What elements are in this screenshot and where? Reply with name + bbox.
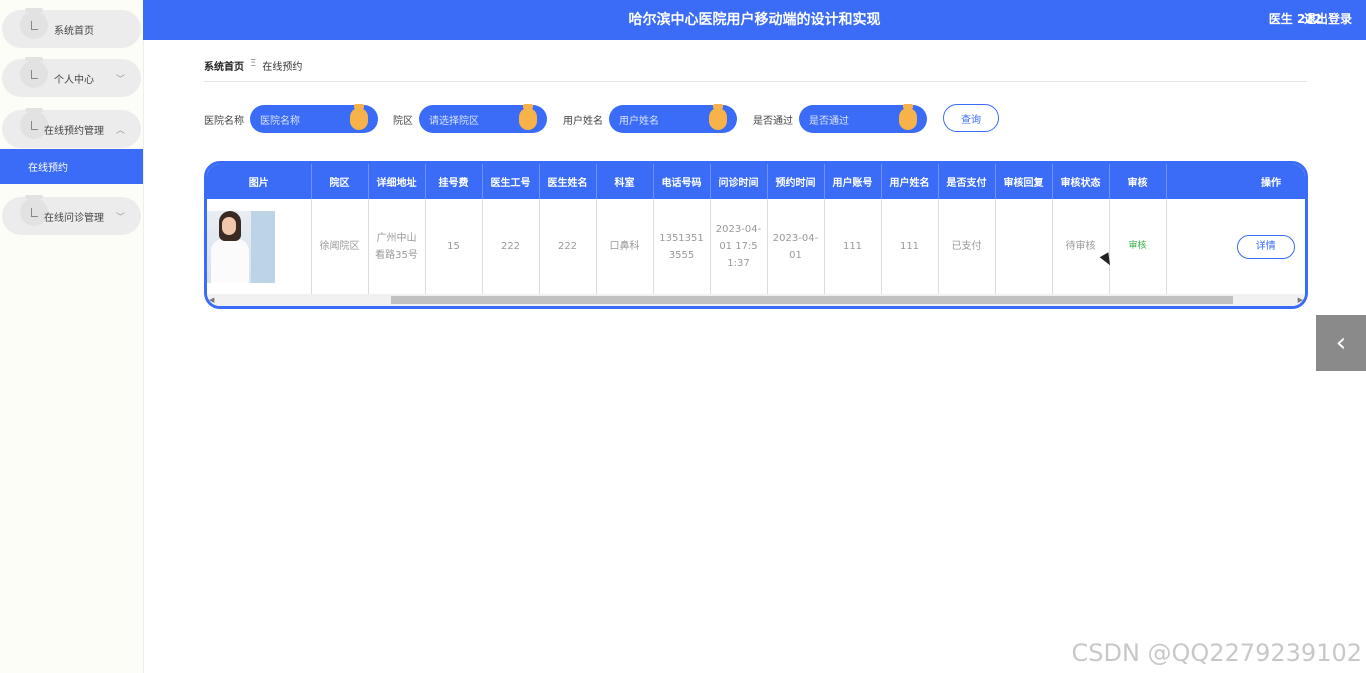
chevron-up-icon: ︿ — [115, 125, 125, 136]
column-header: 审核状态 — [1052, 164, 1110, 199]
column-header: 预约时间 — [767, 164, 825, 199]
district-placeholder: 请选择院区 — [429, 115, 479, 127]
column-header: 挂号费 — [425, 164, 483, 199]
chevron-down-icon: ﹀ — [115, 212, 125, 223]
cell-fee: 15 — [425, 199, 483, 294]
hospital-name-input[interactable]: 医院名称 — [250, 104, 378, 133]
sidebar-item-profile[interactable]: 个人中心 ﹀ — [2, 57, 141, 97]
cell-user-account: 111 — [824, 199, 882, 294]
column-header: 用户账号 — [824, 164, 882, 199]
username-label: 用户姓名 — [563, 115, 603, 127]
sidebar-item-label: 个人中心 — [54, 74, 94, 86]
district-filter: 院区 请选择院区 — [393, 104, 547, 133]
chevron-down-icon: ﹀ — [115, 74, 125, 85]
column-header: 医生姓名 — [539, 164, 597, 199]
appointments-table: 图片 院区 详细地址 挂号费 医生工号 医生姓名 科室 电话号码 问诊时间 预约… — [204, 161, 1308, 309]
column-header: 审核 — [1109, 164, 1167, 199]
query-button[interactable]: 查询 — [943, 104, 999, 132]
table-header-row: 图片 院区 详细地址 挂号费 医生工号 医生姓名 科室 电话号码 问诊时间 预约… — [207, 164, 1305, 199]
column-header: 是否支付 — [938, 164, 996, 199]
passed-label: 是否通过 — [753, 115, 793, 127]
review-link[interactable]: 审核 — [1109, 199, 1167, 294]
column-header: 详细地址 — [368, 164, 426, 199]
column-header: 问诊时间 — [710, 164, 768, 199]
table-row: 徐闻院区 广州中山看路35号 15 222 222 口鼻科 1351351355… — [207, 199, 1305, 294]
column-header: 图片 — [207, 164, 312, 199]
cell-user-name: 111 — [881, 199, 939, 294]
cell-phone: 13513513555 — [653, 199, 711, 294]
sidebar-subitem-online-appointment[interactable]: 在线预约 — [0, 149, 143, 184]
column-header: 审核回复 — [995, 164, 1053, 199]
cell-paid: 已支付 — [938, 199, 996, 294]
page-title: 哈尔滨中心医院用户移动端的设计和实现 — [628, 12, 881, 28]
cell-doctor-name: 222 — [539, 199, 597, 294]
district-select[interactable]: 请选择院区 — [419, 104, 547, 133]
passed-select[interactable]: 是否通过 — [799, 104, 927, 133]
sidebar-item-label: 在线问诊管理 — [44, 212, 104, 224]
sidebar-item-label: 在线预约管理 — [44, 125, 104, 137]
cell-consult-time: 2023-04-01 17:51:37 — [710, 199, 768, 294]
sidebar-item-consultation-management[interactable]: 在线问诊管理 ﹀ — [2, 195, 141, 235]
username-filter: 用户姓名 用户姓名 — [563, 104, 737, 133]
cell-district: 徐闻院区 — [311, 199, 369, 294]
sidebar-item-appointment-management[interactable]: 在线预约管理 ︿ — [2, 108, 141, 148]
detail-button[interactable]: 详情 — [1236, 234, 1295, 259]
hospital-name-label: 医院名称 — [204, 115, 244, 127]
passed-filter: 是否通过 是否通过 — [753, 104, 927, 133]
collapse-panel-button[interactable]: ‹ — [1316, 315, 1366, 371]
username-input[interactable]: 用户姓名 — [609, 104, 737, 133]
column-header: 操作 — [1261, 178, 1281, 189]
scrollbar-thumb[interactable] — [391, 296, 1233, 304]
top-header: 哈尔滨中心医院用户移动端的设计和实现 医生 222 退出登录 — [143, 0, 1366, 40]
hospital-name-placeholder: 医院名称 — [260, 115, 300, 127]
cell-review-reply — [995, 199, 1053, 294]
hospital-filter: 医院名称 医院名称 — [204, 104, 378, 133]
column-header: 院区 — [311, 164, 369, 199]
breadcrumb-separator: Ξ — [250, 58, 257, 69]
username-placeholder: 用户姓名 — [619, 115, 659, 127]
watermark: CSDN @QQ2279239102 — [1071, 639, 1362, 667]
column-header: 用户姓名 — [881, 164, 939, 199]
breadcrumb-home[interactable]: 系统首页 — [204, 58, 244, 73]
column-header: 电话号码 — [653, 164, 711, 199]
horizontal-scrollbar[interactable]: ◀ ▶ — [207, 294, 1305, 306]
sidebar-item-home[interactable]: 系统首页 — [2, 8, 141, 48]
logout-link[interactable]: 退出登录 — [1304, 0, 1352, 38]
doctor-photo-cell — [207, 199, 312, 294]
cell-doctor-id: 222 — [482, 199, 540, 294]
sidebar: 系统首页 个人中心 ﹀ 在线预约管理 ︿ 在线预约 在线问诊管理 ﹀ — [0, 0, 144, 673]
breadcrumb: 系统首页 Ξ 在线预约 — [204, 58, 1307, 82]
column-header: 科室 — [596, 164, 654, 199]
scroll-right-icon[interactable]: ▶ — [1298, 296, 1303, 304]
knob-icon — [519, 104, 537, 130]
knob-icon — [350, 104, 368, 130]
knob-icon — [709, 104, 727, 130]
cell-appointment-time: 2023-04-01 — [767, 199, 825, 294]
passed-placeholder: 是否通过 — [809, 115, 849, 127]
column-header: 医生工号 — [482, 164, 540, 199]
doctor-photo — [207, 210, 275, 283]
cell-department: 口鼻科 — [596, 199, 654, 294]
scroll-left-icon[interactable]: ◀ — [209, 296, 214, 304]
knob-icon — [899, 104, 917, 130]
menu-icon — [20, 8, 48, 39]
sidebar-item-label: 系统首页 — [54, 25, 94, 37]
district-label: 院区 — [393, 115, 413, 127]
cell-address: 广州中山看路35号 — [368, 199, 426, 294]
cell-review-status: 待审核 — [1052, 199, 1110, 294]
cell-actions: 详情 — [1166, 199, 1305, 294]
menu-icon — [20, 57, 48, 88]
breadcrumb-current: 在线预约 — [262, 62, 303, 73]
